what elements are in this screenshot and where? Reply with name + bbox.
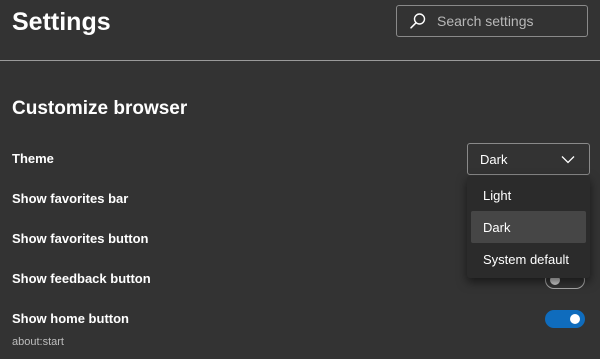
theme-dropdown-menu: Light Dark System default [467, 176, 590, 278]
search-icon [408, 11, 428, 31]
theme-label: Theme [12, 151, 54, 166]
theme-option-dark[interactable]: Dark [471, 211, 586, 243]
search-box[interactable] [396, 5, 588, 37]
home-button-url: about:start [12, 336, 64, 348]
theme-select[interactable]: Dark [467, 143, 590, 175]
page-title: Settings [12, 8, 111, 36]
settings-page: Settings Customize browser Theme Dark Sh… [0, 0, 600, 359]
theme-option-light[interactable]: Light [471, 179, 586, 211]
toggle-knob [570, 314, 580, 324]
search-input[interactable] [437, 13, 577, 29]
chevron-down-icon [561, 154, 575, 164]
header-divider [0, 60, 600, 61]
home-button-toggle[interactable] [545, 310, 585, 328]
section-title: Customize browser [12, 98, 188, 119]
theme-option-system-default[interactable]: System default [471, 243, 586, 275]
feedback-button-label: Show feedback button [12, 271, 151, 286]
favorites-bar-label: Show favorites bar [12, 191, 129, 206]
home-button-label: Show home button [12, 311, 129, 326]
favorites-button-label: Show favorites button [12, 231, 149, 246]
theme-select-value: Dark [480, 151, 508, 167]
